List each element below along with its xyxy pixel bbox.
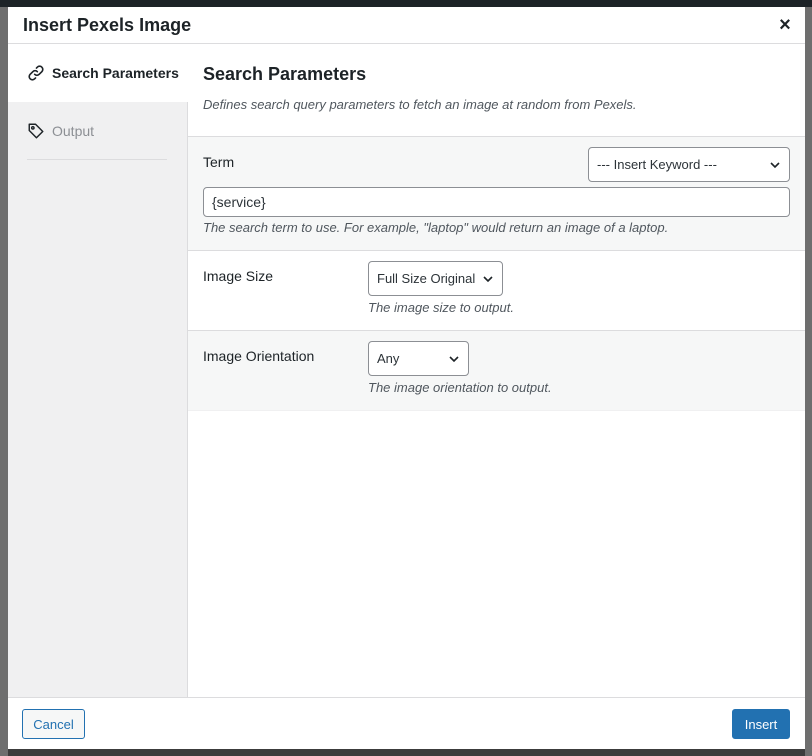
tag-icon — [27, 122, 45, 140]
term-input[interactable] — [203, 187, 790, 217]
image-orientation-label: Image Orientation — [203, 348, 315, 364]
insert-pexels-image-modal: Insert Pexels Image × Search Parameters … — [8, 7, 805, 749]
modal-header: Insert Pexels Image × — [8, 7, 805, 44]
image-size-select[interactable]: Full Size Original — [368, 261, 503, 296]
section-description: Defines search query parameters to fetch… — [203, 97, 637, 112]
term-label: Term — [203, 154, 235, 170]
image-size-help-text: The image size to output. — [368, 300, 514, 315]
insert-keyword-value: --- Insert Keyword --- — [597, 157, 717, 172]
insert-button[interactable]: Insert — [732, 709, 790, 739]
modal-title: Insert Pexels Image — [23, 15, 192, 35]
modal-footer: Cancel Insert — [8, 697, 805, 749]
tab-label: Search Parameters — [52, 65, 179, 81]
chevron-down-icon — [449, 356, 459, 363]
tab-search-parameters[interactable]: Search Parameters — [8, 44, 188, 102]
image-orientation-row: Image Orientation Any The image orientat… — [188, 330, 805, 411]
term-row: Term --- Insert Keyword --- The search t… — [188, 136, 805, 250]
sidebar-divider — [27, 159, 167, 160]
tab-label: Output — [52, 123, 95, 139]
chevron-down-icon — [770, 162, 780, 169]
background-overlay-left — [0, 7, 8, 756]
term-help-text: The search term to use. For example, "la… — [203, 220, 669, 235]
image-orientation-help-text: The image orientation to output. — [368, 380, 552, 395]
image-size-label: Image Size — [203, 268, 274, 284]
background-admin-bar — [0, 0, 812, 7]
section-title: Search Parameters — [203, 64, 367, 84]
tab-output[interactable]: Output — [8, 102, 187, 160]
background-overlay-right — [805, 7, 812, 756]
image-orientation-select[interactable]: Any — [368, 341, 469, 376]
sidebar: Search Parameters Output — [8, 44, 188, 697]
image-size-value: Full Size Original — [377, 271, 476, 286]
insert-keyword-select[interactable]: --- Insert Keyword --- — [588, 147, 790, 182]
main-content: Search Parameters Defines search query p… — [188, 44, 805, 697]
image-size-row: Image Size Full Size Original The image … — [188, 250, 805, 330]
close-icon[interactable]: × — [773, 13, 797, 37]
chevron-down-icon — [483, 276, 493, 283]
cancel-button[interactable]: Cancel — [22, 709, 85, 739]
image-orientation-value: Any — [377, 351, 400, 366]
link-icon — [27, 64, 45, 82]
